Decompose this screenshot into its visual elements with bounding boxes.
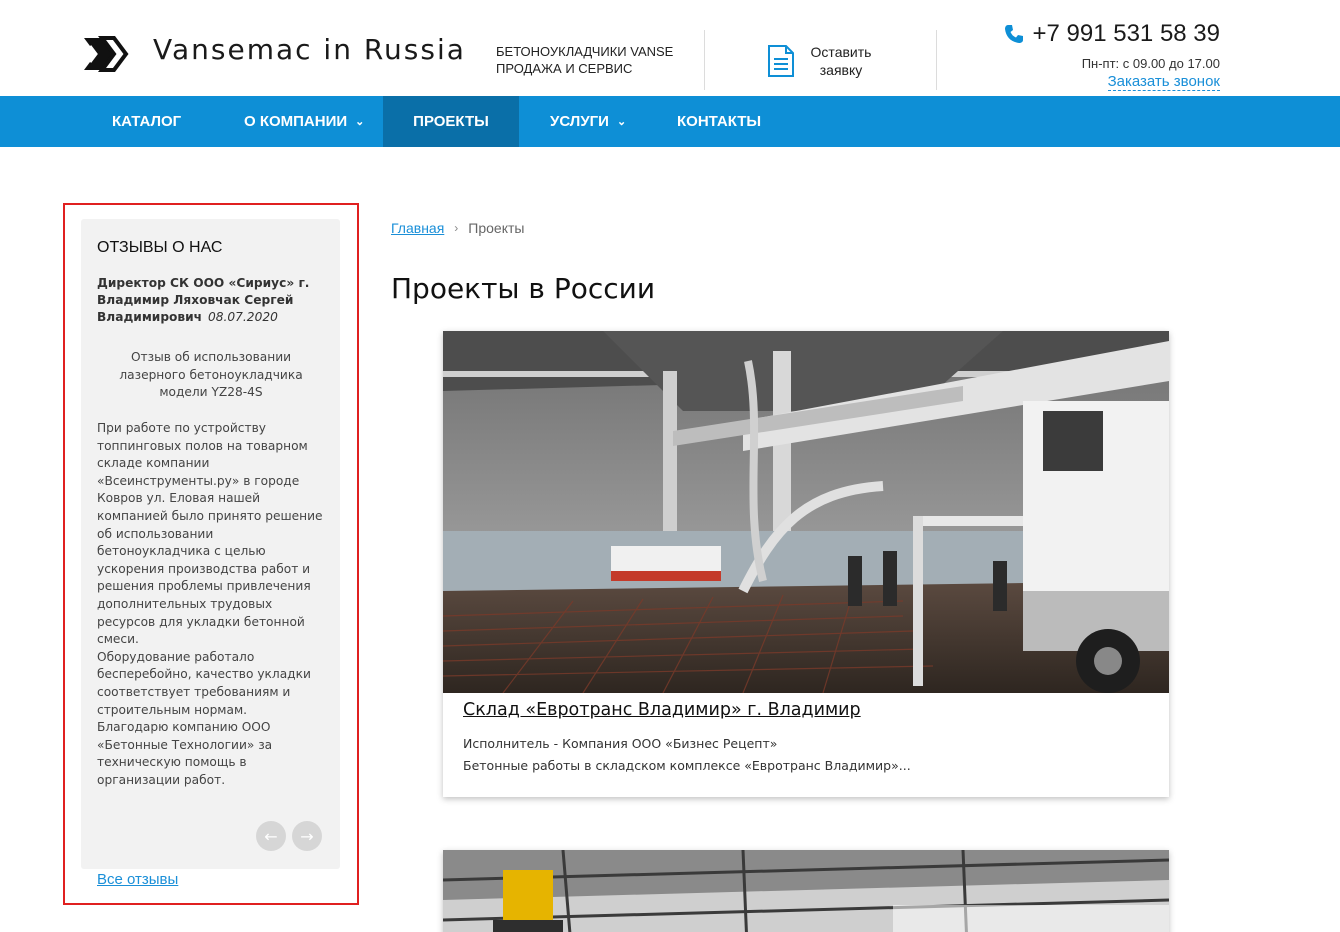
request-label-line: Оставить <box>810 44 872 60</box>
main-nav: КАТАЛОГ О КОМПАНИИ ⌄ ПРОЕКТЫ УСЛУГИ ⌄ КОНТ… <box>0 96 1340 147</box>
divider <box>936 30 937 90</box>
nav-item-projects[interactable]: ПРОЕКТЫ <box>383 96 519 147</box>
project-contractor: Исполнитель - Компания ООО «Бизнес Рецеп… <box>463 736 778 751</box>
next-arrow-icon[interactable]: → <box>292 821 322 851</box>
divider <box>704 30 705 90</box>
chevron-down-icon: ⌄ <box>355 116 365 128</box>
phone-icon <box>1005 25 1024 43</box>
breadcrumb-current: Проекты <box>468 220 525 236</box>
phone[interactable]: +7 991 531 58 39 <box>1004 20 1220 48</box>
review-body: При работе по устройству топпинговых пол… <box>97 421 323 787</box>
site-header: Vansemac in Russia БЕТОНОУКЛАДЧИКИ VANSE… <box>0 0 1340 96</box>
review-subject: Отзыв об использовании лазерного бетоноу… <box>119 350 303 399</box>
project-description: Бетонные работы в складском комплексе «Е… <box>463 758 911 773</box>
project-title[interactable]: Склад «Евротранс Владимир» г. Владимир <box>463 700 861 720</box>
nav-item-about[interactable]: О КОМПАНИИ ⌄ <box>244 96 364 147</box>
nav-item-label: О КОМПАНИИ <box>244 113 348 130</box>
project-photo[interactable] <box>443 850 1169 932</box>
all-reviews-link[interactable]: Все отзывы <box>97 871 178 888</box>
reviewer-name: Директор СК ООО «Сириус» г. Владимир Лях… <box>97 275 325 326</box>
nav-item-contacts[interactable]: КОНТАКТЫ <box>677 96 761 147</box>
request-button[interactable]: Оставить заявку <box>766 43 876 79</box>
nav-item-label: КОНТАКТЫ <box>677 113 762 130</box>
nav-item-label: УСЛУГИ <box>550 113 609 130</box>
breadcrumb: Главная › Проекты <box>391 220 524 236</box>
review-date: 08.07.2020 <box>208 310 278 324</box>
nav-item-label: КАТАЛОГ <box>112 113 182 130</box>
chevron-down-icon: ⌄ <box>616 116 627 128</box>
prev-arrow-icon[interactable]: ← <box>256 821 286 851</box>
tagline-line: БЕТОНОУКЛАДЧИКИ VANSE <box>496 44 674 59</box>
project-photo[interactable] <box>443 331 1169 693</box>
logo-text[interactable]: Vansemac in Russia <box>153 33 466 66</box>
request-label: Оставить заявку <box>806 43 876 79</box>
page-title: Проекты в России <box>391 272 656 305</box>
breadcrumb-separator: › <box>454 221 459 235</box>
nav-item-services[interactable]: УСЛУГИ ⌄ <box>550 96 626 147</box>
reviews-title: ОТЗЫВЫ О НАС <box>97 239 223 256</box>
warehouse-photo-icon <box>443 331 1169 693</box>
review-pager: ← → <box>256 821 322 851</box>
callback-link[interactable]: Заказать звонок <box>1107 73 1220 91</box>
breadcrumb-home[interactable]: Главная <box>391 220 444 236</box>
tagline: БЕТОНОУКЛАДЧИКИ VANSE ПРОДАЖА И СЕРВИС <box>496 43 673 77</box>
phone-number[interactable]: +7 991 531 58 39 <box>1032 20 1220 48</box>
project-card[interactable]: Склад «Евротранс Владимир» г. Владимир И… <box>443 331 1169 797</box>
request-label-line: заявку <box>819 62 863 78</box>
tagline-line: ПРОДАЖА И СЕРВИС <box>496 61 633 76</box>
reviews-widget: ОТЗЫВЫ О НАС Директор СК ООО «Сириус» г.… <box>81 219 340 869</box>
working-hours: Пн-пт: с 09.00 до 17.00 <box>1081 56 1220 71</box>
logo-icon[interactable] <box>82 34 132 74</box>
nav-item-label: ПРОЕКТЫ <box>413 113 489 130</box>
warehouse-photo-icon <box>443 850 1169 932</box>
nav-item-catalog[interactable]: КАТАЛОГ <box>112 96 181 147</box>
document-icon <box>768 45 794 77</box>
project-card[interactable] <box>443 850 1169 932</box>
